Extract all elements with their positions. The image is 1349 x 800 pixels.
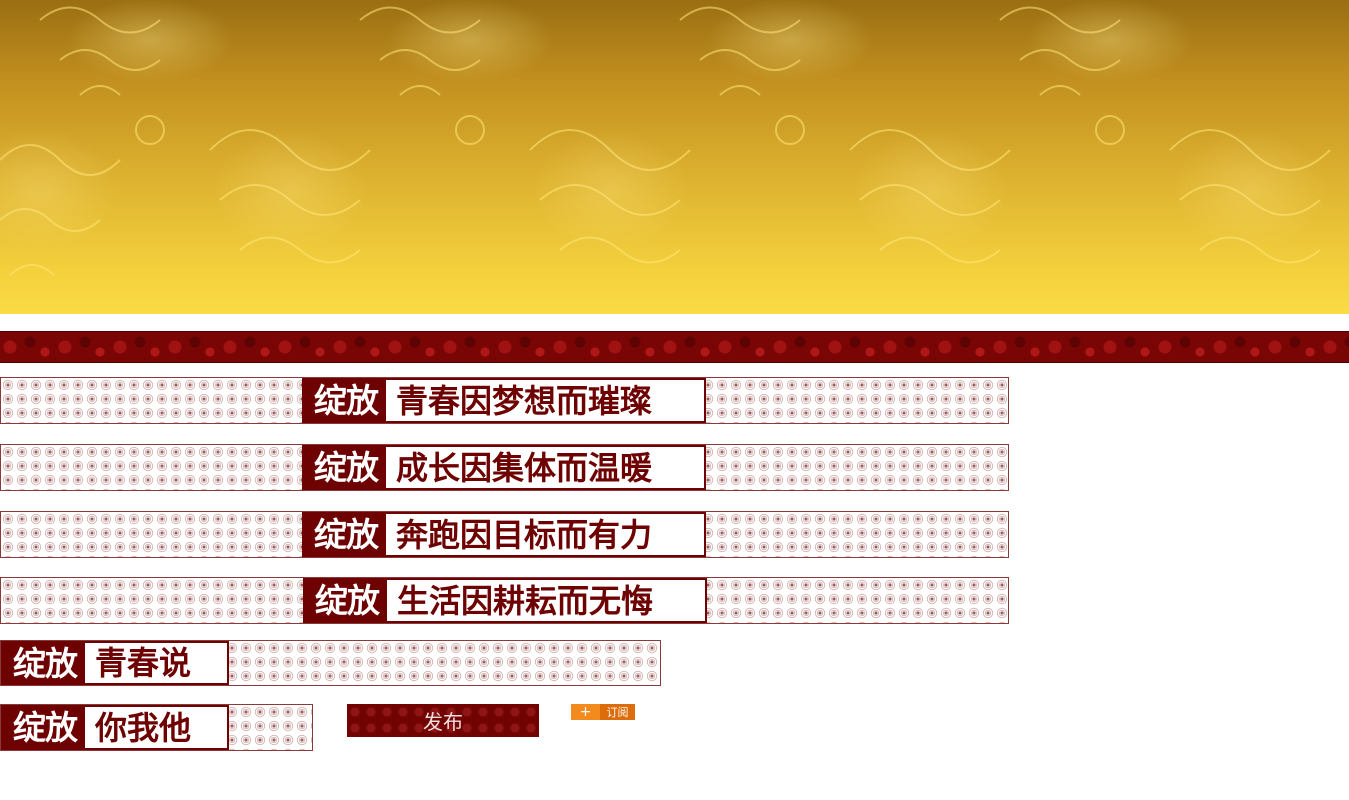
section-title-block: 绽放 青春说 <box>1 641 229 685</box>
red-cloud-band <box>0 331 1349 363</box>
section-lead: 绽放 <box>314 381 379 420</box>
subscribe-button[interactable]: + 订阅 <box>571 704 635 720</box>
section-header-you-me-him: 绽放 你我他 <box>0 704 313 751</box>
section-title-block: 绽放 成长因集体而温暖 <box>302 445 706 490</box>
section-title-block: 绽放 奔跑因目标而有力 <box>302 512 706 557</box>
section-title: 青春因梦想而璀璨 <box>386 380 704 421</box>
section-lead: 绽放 <box>13 708 78 747</box>
section-title: 成长因集体而温暖 <box>386 447 704 488</box>
section-title-block: 绽放 生活因耕耘而无悔 <box>303 578 707 623</box>
section-header-growth-collective: 绽放 成长因集体而温暖 <box>0 444 1009 491</box>
section-title-block: 绽放 你我他 <box>1 705 229 750</box>
publish-button[interactable]: 发布 <box>347 704 539 737</box>
section-title: 奔跑因目标而有力 <box>386 514 704 555</box>
section-title: 生活因耕耘而无悔 <box>387 580 705 621</box>
section-header-running-goal: 绽放 奔跑因目标而有力 <box>0 511 1009 558</box>
hero-banner <box>0 0 1349 314</box>
section-lead: 绽放 <box>315 581 380 620</box>
section-header-youth-talk: 绽放 青春说 <box>0 640 661 686</box>
section-lead: 绽放 <box>13 643 78 683</box>
section-header-youth-dream: 绽放 青春因梦想而璀璨 <box>0 377 1009 424</box>
section-title: 青春说 <box>85 643 227 683</box>
publish-label: 发布 <box>423 710 463 734</box>
section-header-life-effort: 绽放 生活因耕耘而无悔 <box>0 577 1009 624</box>
section-title-block: 绽放 青春因梦想而璀璨 <box>302 378 706 423</box>
section-lead: 绽放 <box>314 448 379 487</box>
section-lead: 绽放 <box>314 515 379 554</box>
plus-icon: + <box>571 704 600 720</box>
cloud-pattern-decoration <box>0 6 1331 276</box>
section-title: 你我他 <box>85 707 227 748</box>
subscribe-label: 订阅 <box>600 704 635 720</box>
